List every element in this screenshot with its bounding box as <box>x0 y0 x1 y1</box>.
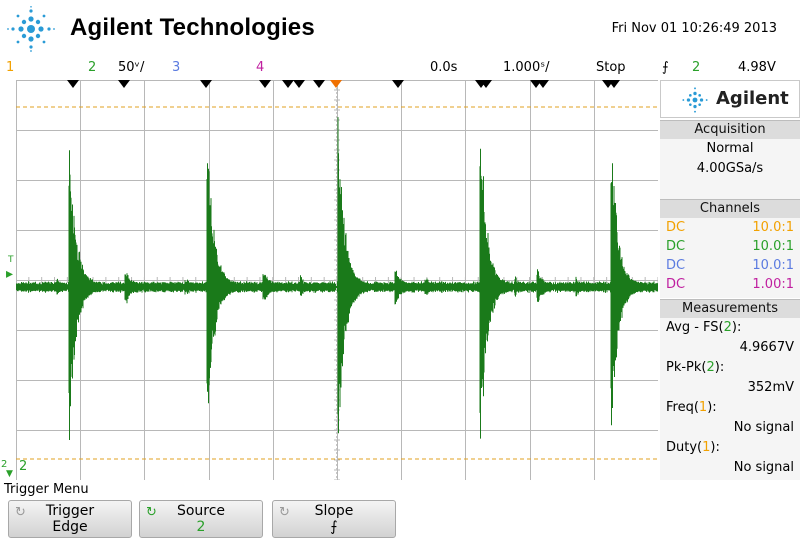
measurement-name[interactable]: Avg - FS(2): <box>666 320 794 338</box>
channel-2-scale: 50ᵛ/ <box>118 60 145 75</box>
waveform-display[interactable] <box>16 80 658 480</box>
channel-coupling: DC <box>666 239 686 254</box>
time-offset: 0.0s <box>430 60 458 75</box>
acquisition-title: Acquisition <box>660 120 800 140</box>
channel-probe: 1.00:1 <box>752 277 794 292</box>
channel-coupling: DC <box>666 220 686 235</box>
measurements-panel: Avg - FS(2): 4.9667V Pk-Pk(2): 352mV Freq(1)… <box>660 318 800 480</box>
channel-marker[interactable]: 2 <box>19 459 27 474</box>
trigger-softkey-value: Edge <box>52 519 88 535</box>
time-scale: 1.000ˢ/ <box>503 60 550 75</box>
measurement-value: No signal <box>733 420 794 435</box>
brand-title: Agilent Technologies <box>70 14 315 41</box>
channel-probe: 10.0:1 <box>752 239 794 254</box>
source-softkey-label: Source <box>176 503 226 519</box>
sidebar-logo: Agilent <box>660 80 800 118</box>
measurement-name[interactable]: Pk-Pk(2): <box>666 360 794 378</box>
slope-softkey[interactable]: ↻ Slope ⨍ <box>272 500 396 538</box>
channel-3-label[interactable]: 3 <box>172 60 180 75</box>
sidebar-logo-text: Agilent <box>716 88 789 109</box>
source-softkey[interactable]: ↻ Source 2 <box>139 500 263 538</box>
run-state: Stop <box>596 60 626 75</box>
trigger-source: 2 <box>692 60 701 75</box>
measurements-title: Measurements <box>660 299 800 319</box>
graticule <box>16 80 658 480</box>
trigger-softkey-label: Trigger <box>45 503 95 519</box>
slope-softkey-label: Slope <box>314 503 354 519</box>
channel-2-ground-marker[interactable]: ▸ <box>6 266 16 286</box>
measurement-name[interactable]: Duty(1): <box>666 440 794 458</box>
acquisition-panel: Normal 4.00GSa/s <box>660 139 800 199</box>
channel-coupling: DC <box>666 277 686 292</box>
channel-row-1: DC 10.0:1 <box>666 220 794 238</box>
acquisition-rate: 4.00GSa/s <box>696 161 764 176</box>
slope-icon: ⨍ <box>330 519 338 535</box>
channels-panel: DC 10.0:1 DC 10.0:1 DC 10.0:1 DC 1.00:1 <box>660 218 800 298</box>
source-softkey-value: 2 <box>196 519 206 535</box>
channel-2-label[interactable]: 2 <box>88 60 96 75</box>
channel-1-label[interactable]: 1 <box>6 60 14 75</box>
sidebar: Agilent Acquisition Normal 4.00GSa/s Cha… <box>660 80 800 480</box>
datetime: Fri Nov 01 10:26:49 2013 <box>611 21 777 36</box>
trigger-slope-icon: ⨍ <box>662 60 669 75</box>
softkey-bar: Trigger Menu ↻ Trigger Edge ↻ Source 2 ↻… <box>0 482 800 539</box>
ground-arrow-icon: ▼ <box>6 469 13 479</box>
channel-row-2: DC 10.0:1 <box>666 239 794 257</box>
measurement-value: 352mV <box>747 380 794 395</box>
channel-probe: 10.0:1 <box>752 258 794 273</box>
acquisition-mode: Normal <box>706 141 754 156</box>
trigger-level-marker[interactable]: T <box>8 255 14 265</box>
menu-title: Trigger Menu <box>4 482 89 497</box>
measurement-value: No signal <box>733 460 794 475</box>
channel-probe: 10.0:1 <box>752 220 794 235</box>
agilent-spark-logo-icon <box>7 6 55 52</box>
measurement-name[interactable]: Freq(1): <box>666 400 794 418</box>
trigger-level: 4.98V <box>738 60 776 75</box>
status-bar: 1 2 50ᵛ/ 3 4 0.0s 1.000ˢ/ Stop ⨍ 2 4.98V <box>0 58 800 78</box>
trigger-type-softkey[interactable]: ↻ Trigger Edge <box>8 500 132 538</box>
channel-4-label[interactable]: 4 <box>256 60 264 75</box>
channel-row-3: DC 10.0:1 <box>666 258 794 276</box>
header: Agilent Technologies Fri Nov 01 10:26:49… <box>0 0 800 56</box>
agilent-spark-small-icon <box>682 87 708 113</box>
channel-row-4: DC 1.00:1 <box>666 277 794 295</box>
measurement-value: 4.9667V <box>739 340 794 355</box>
channels-title: Channels <box>660 199 800 219</box>
channel-coupling: DC <box>666 258 686 273</box>
